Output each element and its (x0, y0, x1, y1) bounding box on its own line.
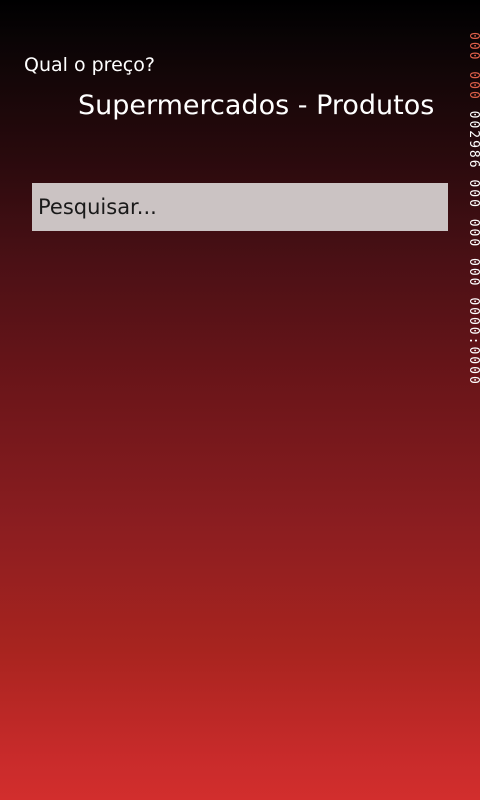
app-title: Qual o preço? (24, 54, 155, 76)
frame-rate-counter: 000 000 002986 000 000 000 0000:0000 (466, 32, 480, 402)
frame-rate-counter-highlight: 000 000 (466, 32, 480, 101)
search-box (32, 183, 448, 231)
frame-rate-counter-text: 000 000 002986 000 000 000 0000:0000 (466, 32, 480, 386)
search-input[interactable] (38, 183, 442, 231)
frame-rate-counter-values: 002986 000 000 000 0000:0000 (466, 100, 480, 386)
page-title: Supermercados - Produtos (78, 90, 435, 121)
